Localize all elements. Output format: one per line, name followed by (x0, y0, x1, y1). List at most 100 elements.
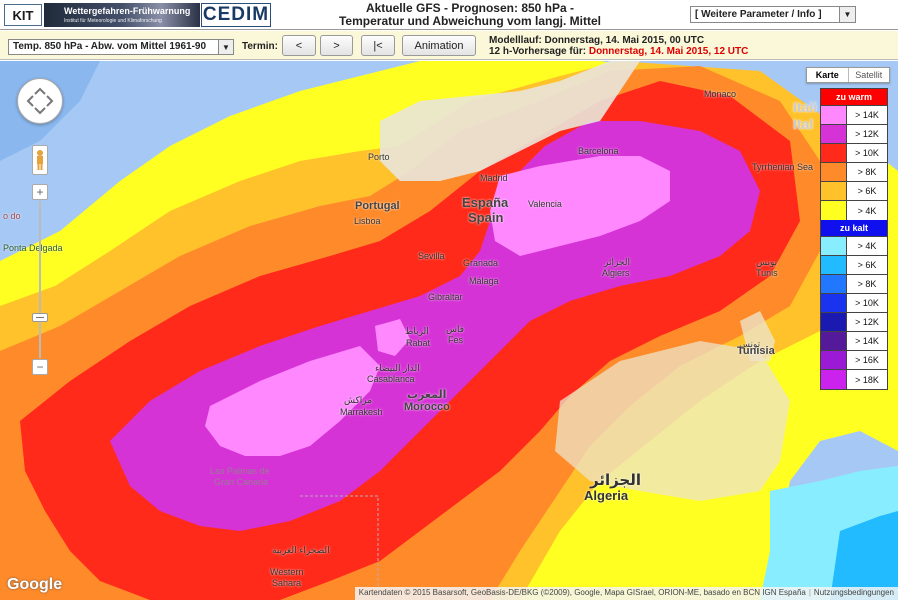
kit-logo[interactable]: KIT (4, 4, 42, 26)
legend-label: > 4K (857, 241, 877, 251)
map-canvas[interactable]: Porto Portugal Lisboa Madrid España Spai… (0, 61, 898, 600)
country-spain: Spain (468, 210, 504, 225)
legend-row-warm-4: > 6K (821, 182, 887, 201)
legend-swatch (821, 294, 847, 312)
map-attribution: Kartendaten © 2015 Basarsoft, GeoBasis-D… (354, 587, 898, 600)
legend-swatch (821, 182, 847, 200)
legend-row-cold-4: > 12K (821, 313, 887, 332)
pan-arrows-icon (26, 87, 54, 115)
cedim-logo[interactable]: CEDIM (201, 3, 271, 27)
legend-label: > 10K (855, 298, 879, 308)
legend-swatch (821, 370, 847, 389)
zoom-out-button[interactable]: − (32, 359, 48, 375)
place-ponta-delgada: Ponta Delgada (3, 243, 63, 253)
place-edo: o do (3, 211, 21, 221)
legend-warm-list: > 14K > 12K > 10K > 8K > 6K > 4K (821, 106, 887, 220)
cedim-logo-text: CEDIM (202, 4, 270, 25)
place-malaga: Málaga (469, 276, 499, 286)
place-marrakesh: Marrakesh (340, 407, 383, 417)
place-rabat: Rabat (406, 338, 431, 348)
wettergefahren-logo[interactable]: Wettergefahren-Frühwarnung Institut für … (44, 3, 200, 27)
legend-row-cold-7: > 18K (821, 370, 887, 389)
minus-icon: − (36, 360, 44, 374)
country-italia: Itali (793, 99, 818, 115)
header-bar: KIT Wettergefahren-Frühwarnung Institut … (0, 0, 898, 30)
place-sahara: Sahara (272, 578, 302, 588)
legend-swatch (821, 313, 847, 331)
first-button[interactable]: |< (361, 35, 395, 56)
legend-label: > 8K (857, 167, 877, 177)
place-granada: Granada (463, 258, 499, 268)
google-logo[interactable]: Google (7, 576, 62, 594)
legend-row-cold-3: > 10K (821, 294, 887, 313)
next-button[interactable]: > (320, 35, 353, 56)
legend-swatch (821, 256, 847, 274)
country-morocco: Morocco (404, 401, 450, 413)
country-portugal: Portugal (355, 200, 400, 212)
map-type-karte[interactable]: Karte (807, 68, 849, 82)
terms-link[interactable]: Nutzungsbedingungen (814, 588, 894, 597)
legend-label: > 14K (855, 336, 879, 346)
previous-button[interactable]: < (282, 35, 316, 56)
place-tyrrhenian-sea: Tyrrhenian Sea (752, 162, 814, 172)
product-select-value: Temp. 850 hPa - Abw. vom Mittel 1961-90 (13, 41, 207, 52)
legend-warm-title: zu warm (821, 89, 887, 106)
place-western: Western (270, 567, 304, 577)
wettergefahren-logo-title: Wettergefahren-Frühwarnung (64, 6, 191, 16)
legend: zu warm > 14K > 12K > 10K > 8K > 6K > 4K zu k… (820, 88, 888, 390)
place-sevilla: Sevilla (418, 251, 445, 261)
termin-label: Termin: (242, 41, 278, 52)
legend-swatch (821, 125, 847, 143)
place-madrid: Madrid (480, 173, 508, 183)
legend-cold-list: > 4K > 6K > 8K > 10K > 12K > 14K > 16K > 18K (821, 237, 887, 389)
place-casablanca: Casablanca (367, 374, 415, 384)
legend-label: > 14K (855, 110, 879, 120)
attribution-text: Kartendaten © 2015 Basarsoft, GeoBasis-D… (358, 588, 806, 597)
product-select[interactable]: Temp. 850 hPa - Abw. vom Mittel 1961-90 … (8, 39, 234, 55)
legend-row-warm-1: > 12K (821, 125, 887, 144)
place-algiers: Algiers (602, 268, 630, 278)
forecast-label: 12 h-Vorhersage für: (489, 46, 589, 57)
legend-label: > 18K (855, 374, 879, 385)
place-algiers-arabic: الجزائر (604, 257, 630, 267)
map-type-control: Karte Satellit (806, 67, 890, 83)
wettergefahren-logo-subtitle: Institut für Meteorologie und Klimaforsc… (64, 18, 162, 24)
legend-swatch (821, 144, 847, 162)
chevron-down-icon[interactable]: ▼ (218, 40, 233, 54)
street-view-pegman[interactable] (32, 145, 48, 175)
zoom-slider-handle[interactable] (32, 313, 48, 322)
legend-label: > 12K (855, 317, 879, 327)
legend-row-warm-3: > 8K (821, 163, 887, 182)
kit-logo-text: KIT (12, 7, 34, 23)
legend-row-cold-2: > 8K (821, 275, 887, 294)
place-tunis-arabic: تونس (756, 257, 778, 267)
legend-swatch (821, 275, 847, 293)
animation-button[interactable]: Animation (402, 35, 476, 56)
zoom-in-button[interactable]: + (32, 184, 48, 200)
country-espana: España (462, 195, 509, 210)
chevron-down-icon[interactable]: ▼ (839, 7, 855, 22)
legend-row-cold-0: > 4K (821, 237, 887, 256)
place-monaco: Monaco (704, 89, 737, 99)
place-fes-arabic: فاس (446, 324, 465, 334)
pan-control[interactable] (17, 78, 63, 124)
place-porto: Porto (368, 152, 390, 162)
legend-label: > 8K (857, 279, 877, 289)
legend-row-cold-5: > 14K (821, 332, 887, 351)
country-italy: Ital (793, 116, 814, 132)
parameter-select[interactable]: [ Weitere Parameter / Info ] ▼ (690, 6, 856, 23)
legend-label: > 12K (855, 129, 879, 139)
map-type-satellit[interactable]: Satellit (849, 68, 890, 82)
legend-cold-title: zu kalt (821, 220, 887, 237)
forecast-value: Donnerstag, 14. Mai 2015, 12 UTC (588, 46, 749, 57)
place-gran-canaria: Gran Canaria (214, 477, 269, 487)
zoom-slider-track[interactable] (39, 201, 41, 358)
place-lisboa: Lisboa (354, 216, 381, 226)
legend-row-warm-5: > 4K (821, 201, 887, 220)
legend-label: > 6K (857, 260, 877, 270)
legend-label: > 16K (855, 355, 879, 365)
country-tunisia: Tunisia (737, 345, 775, 357)
parameter-select-value: [ Weitere Parameter / Info ] (695, 9, 822, 20)
legend-label: > 4K (857, 205, 877, 216)
legend-swatch (821, 163, 847, 181)
